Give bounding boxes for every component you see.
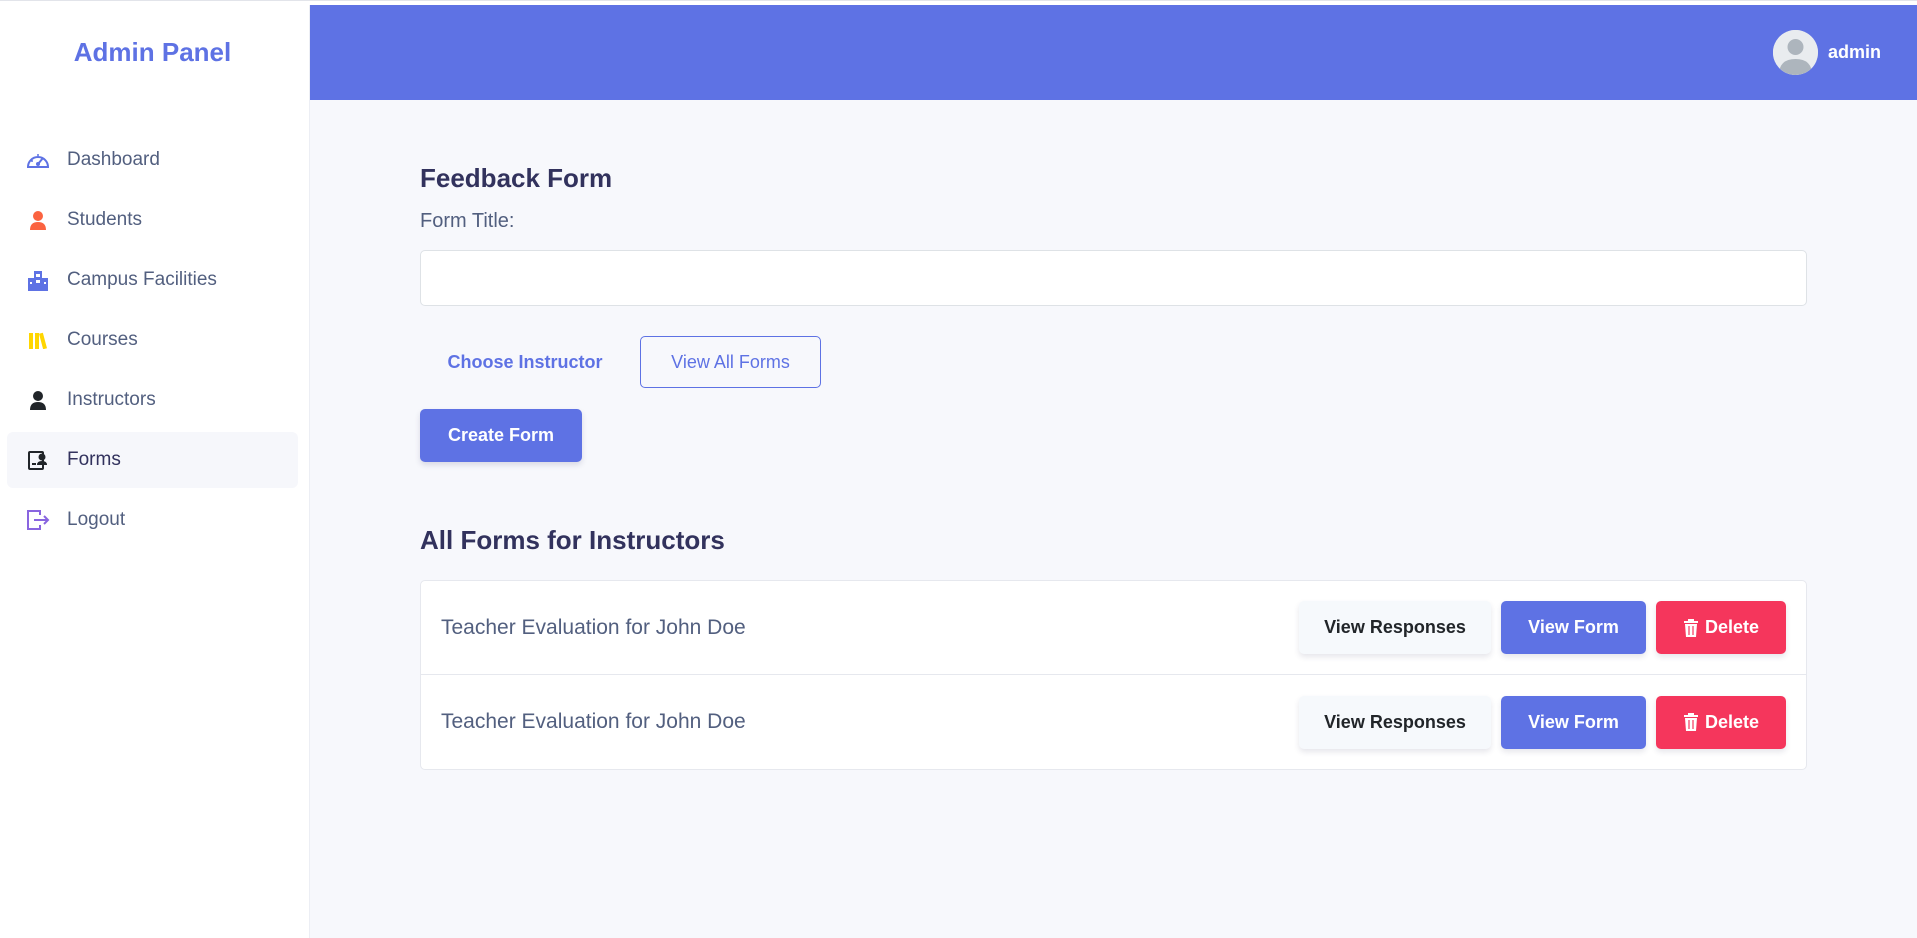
sidebar-item-label: Campus Facilities [67,269,217,290]
delete-button[interactable]: Delete [1656,601,1786,654]
sidebar-item-logout[interactable]: Logout [7,492,298,548]
sidebar-item-label: Instructors [67,389,156,410]
create-form-button[interactable]: Create Form [420,409,582,462]
list-item: Teacher Evaluation for John Doe View Res… [421,675,1806,769]
gauge-icon [25,147,51,173]
form-title-input[interactable] [420,250,1807,306]
view-form-button[interactable]: View Form [1501,695,1646,749]
list-item: Teacher Evaluation for John Doe View Res… [421,581,1806,675]
view-all-forms-button[interactable]: View All Forms [640,336,821,388]
avatar [1772,29,1818,75]
delete-button[interactable]: Delete [1656,695,1786,749]
sidebar-item-instructors[interactable]: Instructors [7,372,298,428]
row-actions: View Responses View Form Delete [1299,695,1786,749]
sidebar-nav: Dashboard Students Campus Facilities Cou… [7,132,298,552]
form-title-label: Form Title: [420,210,515,232]
row-actions: View Responses View Form Delete [1299,601,1786,654]
form-badge-icon [25,447,51,473]
sidebar-item-label: Logout [67,509,126,530]
choose-instructor-button[interactable]: Choose Instructor [420,336,630,388]
view-responses-button[interactable]: View Responses [1299,601,1491,654]
sidebar-item-campus-facilities[interactable]: Campus Facilities [7,252,298,308]
username: admin [1827,41,1881,62]
form-name: Teacher Evaluation for John Doe [441,615,746,639]
sidebar-item-label: Dashboard [67,149,160,170]
logout-icon [25,507,51,533]
person-icon [25,207,51,233]
user-menu[interactable]: admin [1772,29,1881,75]
sidebar-item-dashboard[interactable]: Dashboard [7,132,298,188]
view-responses-button[interactable]: View Responses [1299,695,1491,749]
trash-icon [1683,618,1698,637]
trash-icon [1683,713,1698,731]
form-heading: Feedback Form [420,163,613,193]
sidebar-item-courses[interactable]: Courses [7,312,298,368]
person-icon [25,387,51,413]
delete-label: Delete [1704,617,1760,637]
sidebar: Admin Panel Dashboard Students Campus Fa… [0,5,310,938]
top-header: admin [310,5,1917,100]
brand-title[interactable]: Admin Panel [0,37,305,68]
sidebar-item-forms[interactable]: Forms [7,432,298,488]
sidebar-item-label: Students [67,209,142,230]
delete-label: Delete [1704,711,1760,732]
forms-list-heading: All Forms for Instructors [420,525,725,555]
sidebar-item-label: Forms [67,449,121,470]
building-icon [25,267,51,293]
view-form-button[interactable]: View Form [1501,601,1646,654]
sidebar-item-students[interactable]: Students [7,192,298,248]
forms-list: Teacher Evaluation for John Doe View Res… [420,580,1807,770]
books-icon [25,327,51,353]
sidebar-item-label: Courses [67,329,138,350]
form-name: Teacher Evaluation for John Doe [441,710,746,733]
